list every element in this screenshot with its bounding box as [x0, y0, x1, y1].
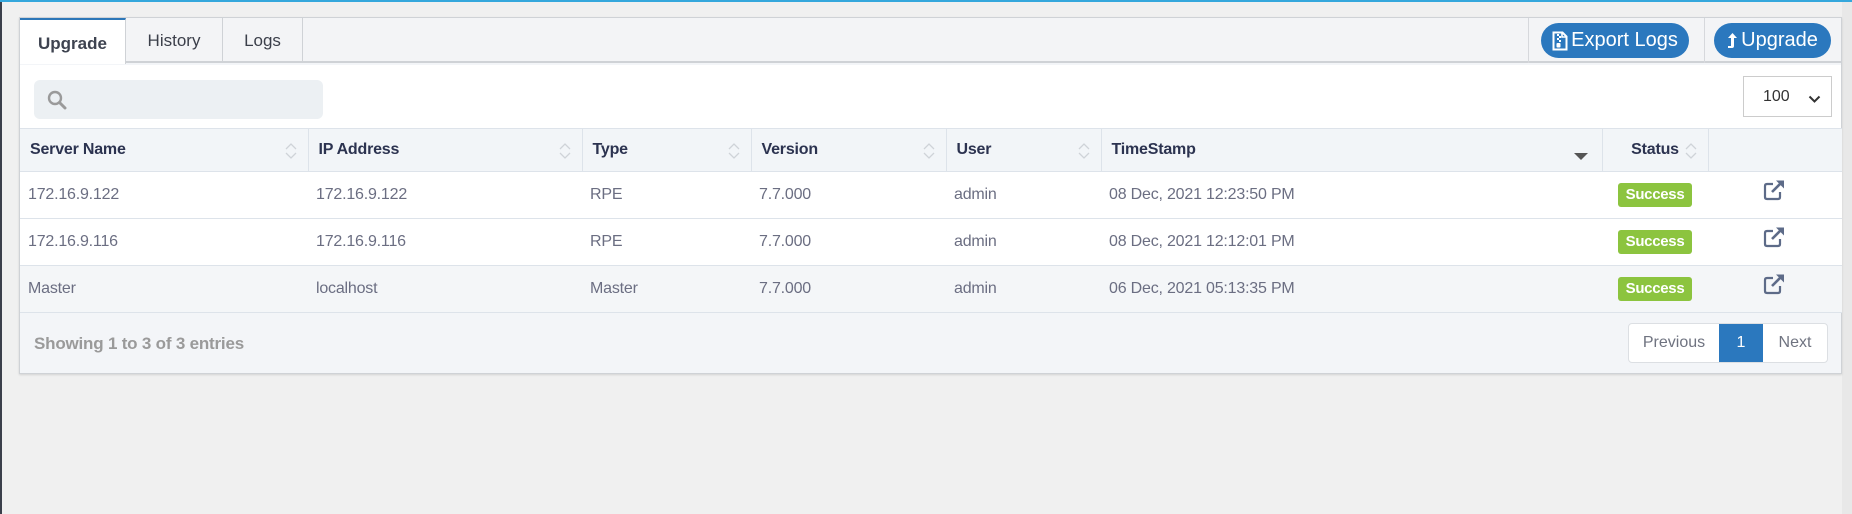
type-cell: Master [590, 280, 638, 297]
header-label: User [956, 141, 992, 158]
actions-cell [1708, 219, 1842, 266]
column-header-actions [1708, 129, 1842, 172]
header-label: Version [761, 141, 819, 158]
next-page-button[interactable]: Next [1763, 324, 1827, 362]
header-label: Status [1631, 141, 1679, 158]
page-1-button[interactable]: 1 [1719, 324, 1763, 362]
column-header-version[interactable]: Version [751, 128, 947, 172]
table-toolbar: 100 [20, 65, 1841, 128]
sort-icon [558, 141, 572, 166]
server-name-cell: 172.16.9.116 [28, 233, 118, 250]
column-header-ip-address[interactable]: IP Address [308, 128, 583, 172]
server-name-cell: 172.16.9.122 [28, 186, 120, 203]
sort-icon [1684, 141, 1698, 166]
column-header-user[interactable]: User [946, 128, 1102, 172]
table-footer: Showing 1 to 3 of 3 entries Previous 1 N… [20, 314, 1841, 374]
sort-icon [922, 141, 936, 166]
search-box[interactable] [34, 80, 323, 119]
export-logs-label: Export Logs [1571, 29, 1678, 51]
header-label: Server Name [30, 141, 126, 158]
export-logs-button[interactable]: Export Logs [1541, 23, 1689, 58]
timestamp-cell: 06 Dec, 2021 05:13:35 PM [1109, 280, 1295, 297]
ip-address-cell: 172.16.9.122 [316, 186, 408, 203]
upgrade-panel: Upgrade History Logs Export Logs Upgrade… [19, 17, 1842, 374]
actions-cell [1708, 266, 1842, 313]
ip-address-cell: localhost [316, 280, 378, 297]
window-top-accent [0, 0, 1852, 2]
search-icon [47, 90, 67, 115]
upgrade-table: Server Name IP Address Type Version User… [20, 128, 1842, 313]
column-header-status[interactable]: Status [1602, 128, 1709, 172]
sort-icon [727, 141, 741, 166]
version-cell: 7.7.000 [759, 233, 811, 250]
page-size-select[interactable]: 100 [1743, 76, 1832, 117]
pagination: Previous 1 Next [1628, 323, 1828, 363]
chevron-down-icon [1808, 91, 1821, 109]
tab-bar: Upgrade History Logs Export Logs Upgrade [20, 18, 1841, 64]
table-header-row: Server Name IP Address Type Version User… [20, 128, 1842, 172]
status-badge: Success [1617, 230, 1693, 254]
left-edge [0, 2, 2, 514]
status-badge: Success [1617, 277, 1693, 301]
user-cell: admin [954, 280, 997, 297]
external-link-icon[interactable] [1763, 179, 1787, 206]
tab-upgrade[interactable]: Upgrade [20, 18, 126, 64]
column-header-type[interactable]: Type [582, 128, 752, 172]
timestamp-cell: 08 Dec, 2021 12:12:01 PM [1109, 233, 1295, 250]
arrow-up-icon [1727, 32, 1738, 50]
table-row: 172.16.9.122 172.16.9.122 RPE 7.7.000 admin 0… [20, 171, 1842, 219]
status-cell: Success [1602, 172, 1708, 219]
search-input[interactable] [34, 80, 323, 119]
status-cell: Success [1602, 219, 1708, 266]
server-name-cell: Master [28, 280, 76, 297]
sort-icon [284, 141, 298, 166]
file-zip-icon [1552, 31, 1568, 51]
table-row: 172.16.9.116 172.16.9.116 RPE 7.7.000 admin 0… [20, 218, 1842, 266]
tab-history[interactable]: History [126, 18, 223, 63]
type-cell: RPE [590, 186, 623, 203]
toolbar-divider [1528, 18, 1529, 63]
sort-desc-icon [1573, 148, 1588, 166]
upgrade-label: Upgrade [1741, 29, 1818, 51]
type-cell: RPE [590, 233, 623, 250]
header-label: TimeStamp [1111, 141, 1196, 158]
version-cell: 7.7.000 [759, 280, 811, 297]
status-cell: Success [1602, 266, 1708, 313]
table-row: Master localhost Master 7.7.000 admin 06 Dec,… [20, 265, 1842, 313]
column-header-timestamp[interactable]: TimeStamp [1101, 128, 1603, 172]
vertical-scrollbar[interactable] [1842, 2, 1852, 514]
timestamp-cell: 08 Dec, 2021 12:23:50 PM [1109, 186, 1295, 203]
entries-info: Showing 1 to 3 of 3 entries [34, 334, 244, 353]
header-label: Type [592, 141, 629, 158]
previous-page-button[interactable]: Previous [1629, 324, 1719, 362]
sort-icon [1077, 141, 1091, 166]
user-cell: admin [954, 186, 997, 203]
page-size-value: 100 [1763, 88, 1790, 105]
actions-cell [1708, 172, 1842, 219]
user-cell: admin [954, 233, 997, 250]
header-label: IP Address [318, 141, 400, 158]
upgrade-button[interactable]: Upgrade [1714, 23, 1831, 58]
ip-address-cell: 172.16.9.116 [316, 233, 406, 250]
external-link-icon[interactable] [1763, 273, 1787, 300]
tab-logs[interactable]: Logs [223, 18, 303, 63]
version-cell: 7.7.000 [759, 186, 811, 203]
column-header-server-name[interactable]: Server Name [20, 128, 309, 172]
status-badge: Success [1617, 183, 1693, 207]
toolbar-divider [1704, 18, 1705, 63]
external-link-icon[interactable] [1763, 226, 1787, 253]
